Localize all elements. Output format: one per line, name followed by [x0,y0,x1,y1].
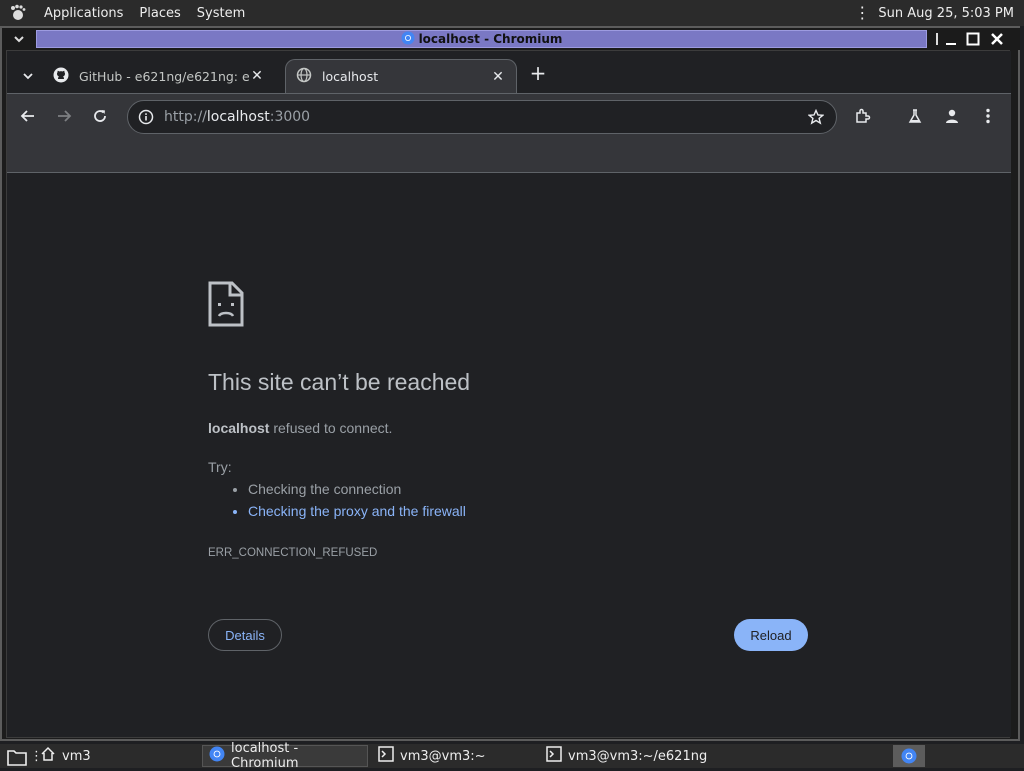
bookmark-star-icon[interactable] [807,108,825,129]
tab-label: localhost [322,69,379,84]
error-desc-rest: refused to connect. [269,420,393,436]
tab-github[interactable]: GitHub - e621ng/e621ng: e621 ✕ [43,59,275,93]
extensions-icon[interactable] [852,105,874,127]
top-panel: Applications Places System ⋮ Sun Aug 25,… [0,0,1024,26]
error-host: localhost [208,420,270,436]
error-title: This site can’t be reached [208,369,471,395]
terminal-icon [546,746,562,766]
page-content: This site can’t be reached localhost ref… [7,173,1011,737]
task-label: vm3@vm3:~ [400,748,486,764]
back-icon[interactable] [17,105,39,127]
chromium-logo-icon [401,31,415,48]
details-button[interactable]: Details [208,619,282,651]
tab-strip: GitHub - e621ng/e621ng: e621 ✕ localhost… [7,51,1011,93]
sad-page-icon [208,281,244,327]
chromium-logo-icon [209,746,225,766]
panel-handle-icon: ⋮ [854,3,871,22]
close-tab-icon[interactable]: ✕ [490,69,506,85]
suggestion-list: Checking the connection Checking the pro… [208,481,466,525]
task-label: localhost - Chromium [231,741,299,771]
toolbar: http://localhost:3000 [7,93,1011,173]
home-icon [40,746,56,766]
suggestion-check-proxy-link[interactable]: Checking the proxy and the firewall [248,503,466,519]
workspace-switcher[interactable]: vm3 [34,745,97,767]
forward-icon[interactable] [53,105,75,127]
window-title: localhost - Chromium [418,32,563,46]
reload-button[interactable]: Reload [734,619,808,651]
task-chromium[interactable]: localhost - Chromium [202,741,368,771]
new-tab-icon[interactable]: + [527,63,549,85]
tab-search-icon[interactable] [19,67,37,85]
chromium-window: GitHub - e621ng/e621ng: e621 ✕ localhost… [6,50,1011,738]
reload-icon[interactable] [89,105,111,127]
error-description: localhost refused to connect. [208,420,392,436]
url-scheme: http:// [164,109,207,125]
profile-icon[interactable] [941,105,963,127]
url-port: :3000 [269,109,311,125]
task-label: vm3@vm3:~/e621ng [568,748,708,764]
suggestion-check-connection: Checking the connection [248,481,466,497]
clock[interactable]: Sun Aug 25, 5:03 PM [878,6,1014,21]
close-window-icon[interactable] [988,30,1006,48]
github-icon [53,67,69,86]
tray-chromium-icon[interactable] [893,745,925,767]
globe-icon [296,67,312,86]
workspace-label: vm3 [62,748,91,764]
more-menu-icon[interactable] [977,105,999,127]
bottom-taskbar: ⋮ vm3 localhost - Chromium vm3@vm3:~ vm3… [0,741,1024,771]
maximize-icon[interactable] [964,30,982,48]
gnome-foot-icon[interactable] [8,3,28,23]
tab-label: GitHub - e621ng/e621ng: e621 [79,68,249,84]
task-terminal-1[interactable]: vm3@vm3:~ [372,745,492,767]
tab-localhost[interactable]: localhost ✕ [285,59,517,93]
window-menu-icon[interactable] [10,30,28,48]
site-info-icon[interactable] [138,109,154,129]
address-bar[interactable]: http://localhost:3000 [127,100,837,134]
close-tab-icon[interactable]: ✕ [249,68,265,84]
url-host: localhost [206,109,270,125]
url-text[interactable]: http://localhost:3000 [164,109,310,125]
menu-places[interactable]: Places [139,6,180,21]
menu-system[interactable]: System [197,6,245,21]
try-label: Try: [208,459,232,475]
minimize-icon[interactable] [942,30,960,48]
terminal-icon [378,746,394,766]
error-code: ERR_CONNECTION_REFUSED [208,547,378,559]
window-titlebar[interactable]: localhost - Chromium [2,28,1020,50]
menu-applications[interactable]: Applications [44,6,123,21]
window-title-bar[interactable]: localhost - Chromium [36,30,927,48]
task-terminal-2[interactable]: vm3@vm3:~/e621ng [540,745,713,767]
labs-flask-icon[interactable] [904,105,926,127]
